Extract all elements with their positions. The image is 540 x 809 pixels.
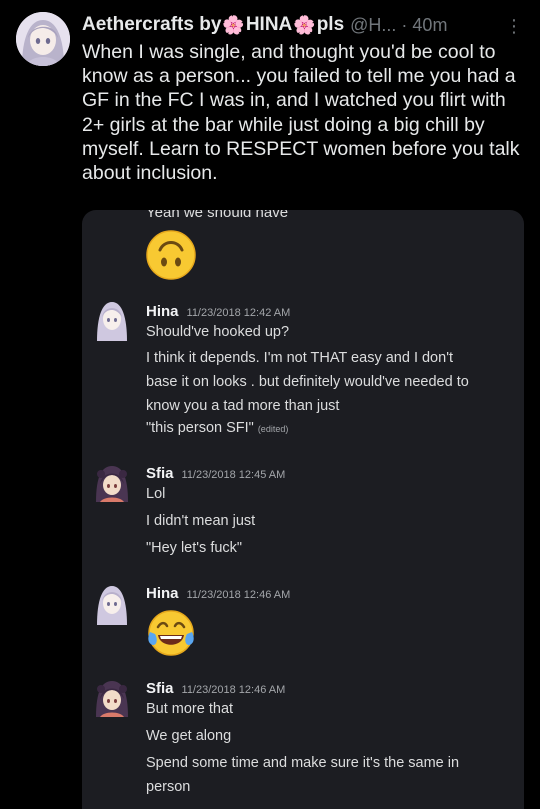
message-text: But more that (146, 701, 234, 717)
message-header: Sfia 11/23/2018 12:45 AM (146, 465, 285, 482)
message-timestamp: 11/23/2018 12:46 AM (181, 684, 286, 696)
message-text: "this person SFI" (146, 420, 254, 436)
attached-image[interactable]: Yeah we should have Hina 11/23/2018 12:4… (82, 210, 524, 809)
message-text: I think it depends. I'm not THAT easy an… (146, 350, 469, 414)
tears-of-joy-emoji-icon (148, 610, 194, 656)
message-text: Spend some time and make sure it's the s… (146, 755, 460, 795)
message-text: We get along (146, 728, 232, 744)
message-text: "Hey let's fuck" (146, 540, 243, 556)
separator-dot: · (401, 14, 408, 35)
flower-icon: 🌸 (293, 14, 316, 35)
message-username: Sfia (146, 465, 174, 482)
tweet-timestamp[interactable]: 40m (412, 15, 447, 36)
author-suffix[interactable]: pls (317, 14, 344, 36)
message-timestamp: 11/23/2018 12:42 AM (186, 307, 291, 319)
message-timestamp: 11/23/2018 12:46 AM (186, 589, 291, 601)
tweet[interactable]: Aethercrafts by 🌸 HINA 🌸 pls @H... · 40m… (0, 0, 540, 809)
author-handle[interactable]: @H... (350, 15, 396, 36)
message-text: Should've hooked up? (146, 324, 290, 340)
message-header: Hina 11/23/2018 12:42 AM (146, 303, 290, 320)
edited-label: (edited) (257, 424, 289, 434)
message-username: Hina (146, 585, 179, 602)
chat-screenshot: Yeah we should have Hina 11/23/2018 12:4… (82, 210, 524, 809)
sfia-avatar[interactable] (94, 677, 130, 719)
tweet-text: When I was single, and thought you'd be … (82, 41, 520, 185)
message-header: Hina 11/23/2018 12:46 AM (146, 585, 290, 602)
author-name[interactable]: Aethercrafts by (82, 14, 221, 36)
message-username: Hina (146, 303, 179, 320)
message-timestamp: 11/23/2018 12:45 AM (181, 469, 286, 481)
author-avatar[interactable] (16, 12, 70, 66)
author-flair-name[interactable]: HINA (246, 14, 292, 36)
upside-down-face-emoji-icon (146, 230, 196, 280)
more-options-icon[interactable]: ⋮ (504, 16, 524, 36)
message-text: I didn't mean just (146, 513, 256, 529)
sfia-avatar[interactable] (94, 462, 130, 504)
tweet-header: Aethercrafts by 🌸 HINA 🌸 pls @H... · 40m… (82, 12, 526, 38)
hina-avatar[interactable] (94, 299, 130, 341)
flower-icon: 🌸 (222, 14, 245, 35)
message-username: Sfia (146, 680, 174, 697)
hina-avatar[interactable] (94, 583, 130, 625)
message-text-edited: "this person SFI" (edited) (146, 416, 506, 441)
message-text: Lol (146, 486, 166, 502)
cutoff-message-text: Yeah we should have (146, 210, 289, 221)
message-header: Sfia 11/23/2018 12:46 AM (146, 680, 285, 697)
